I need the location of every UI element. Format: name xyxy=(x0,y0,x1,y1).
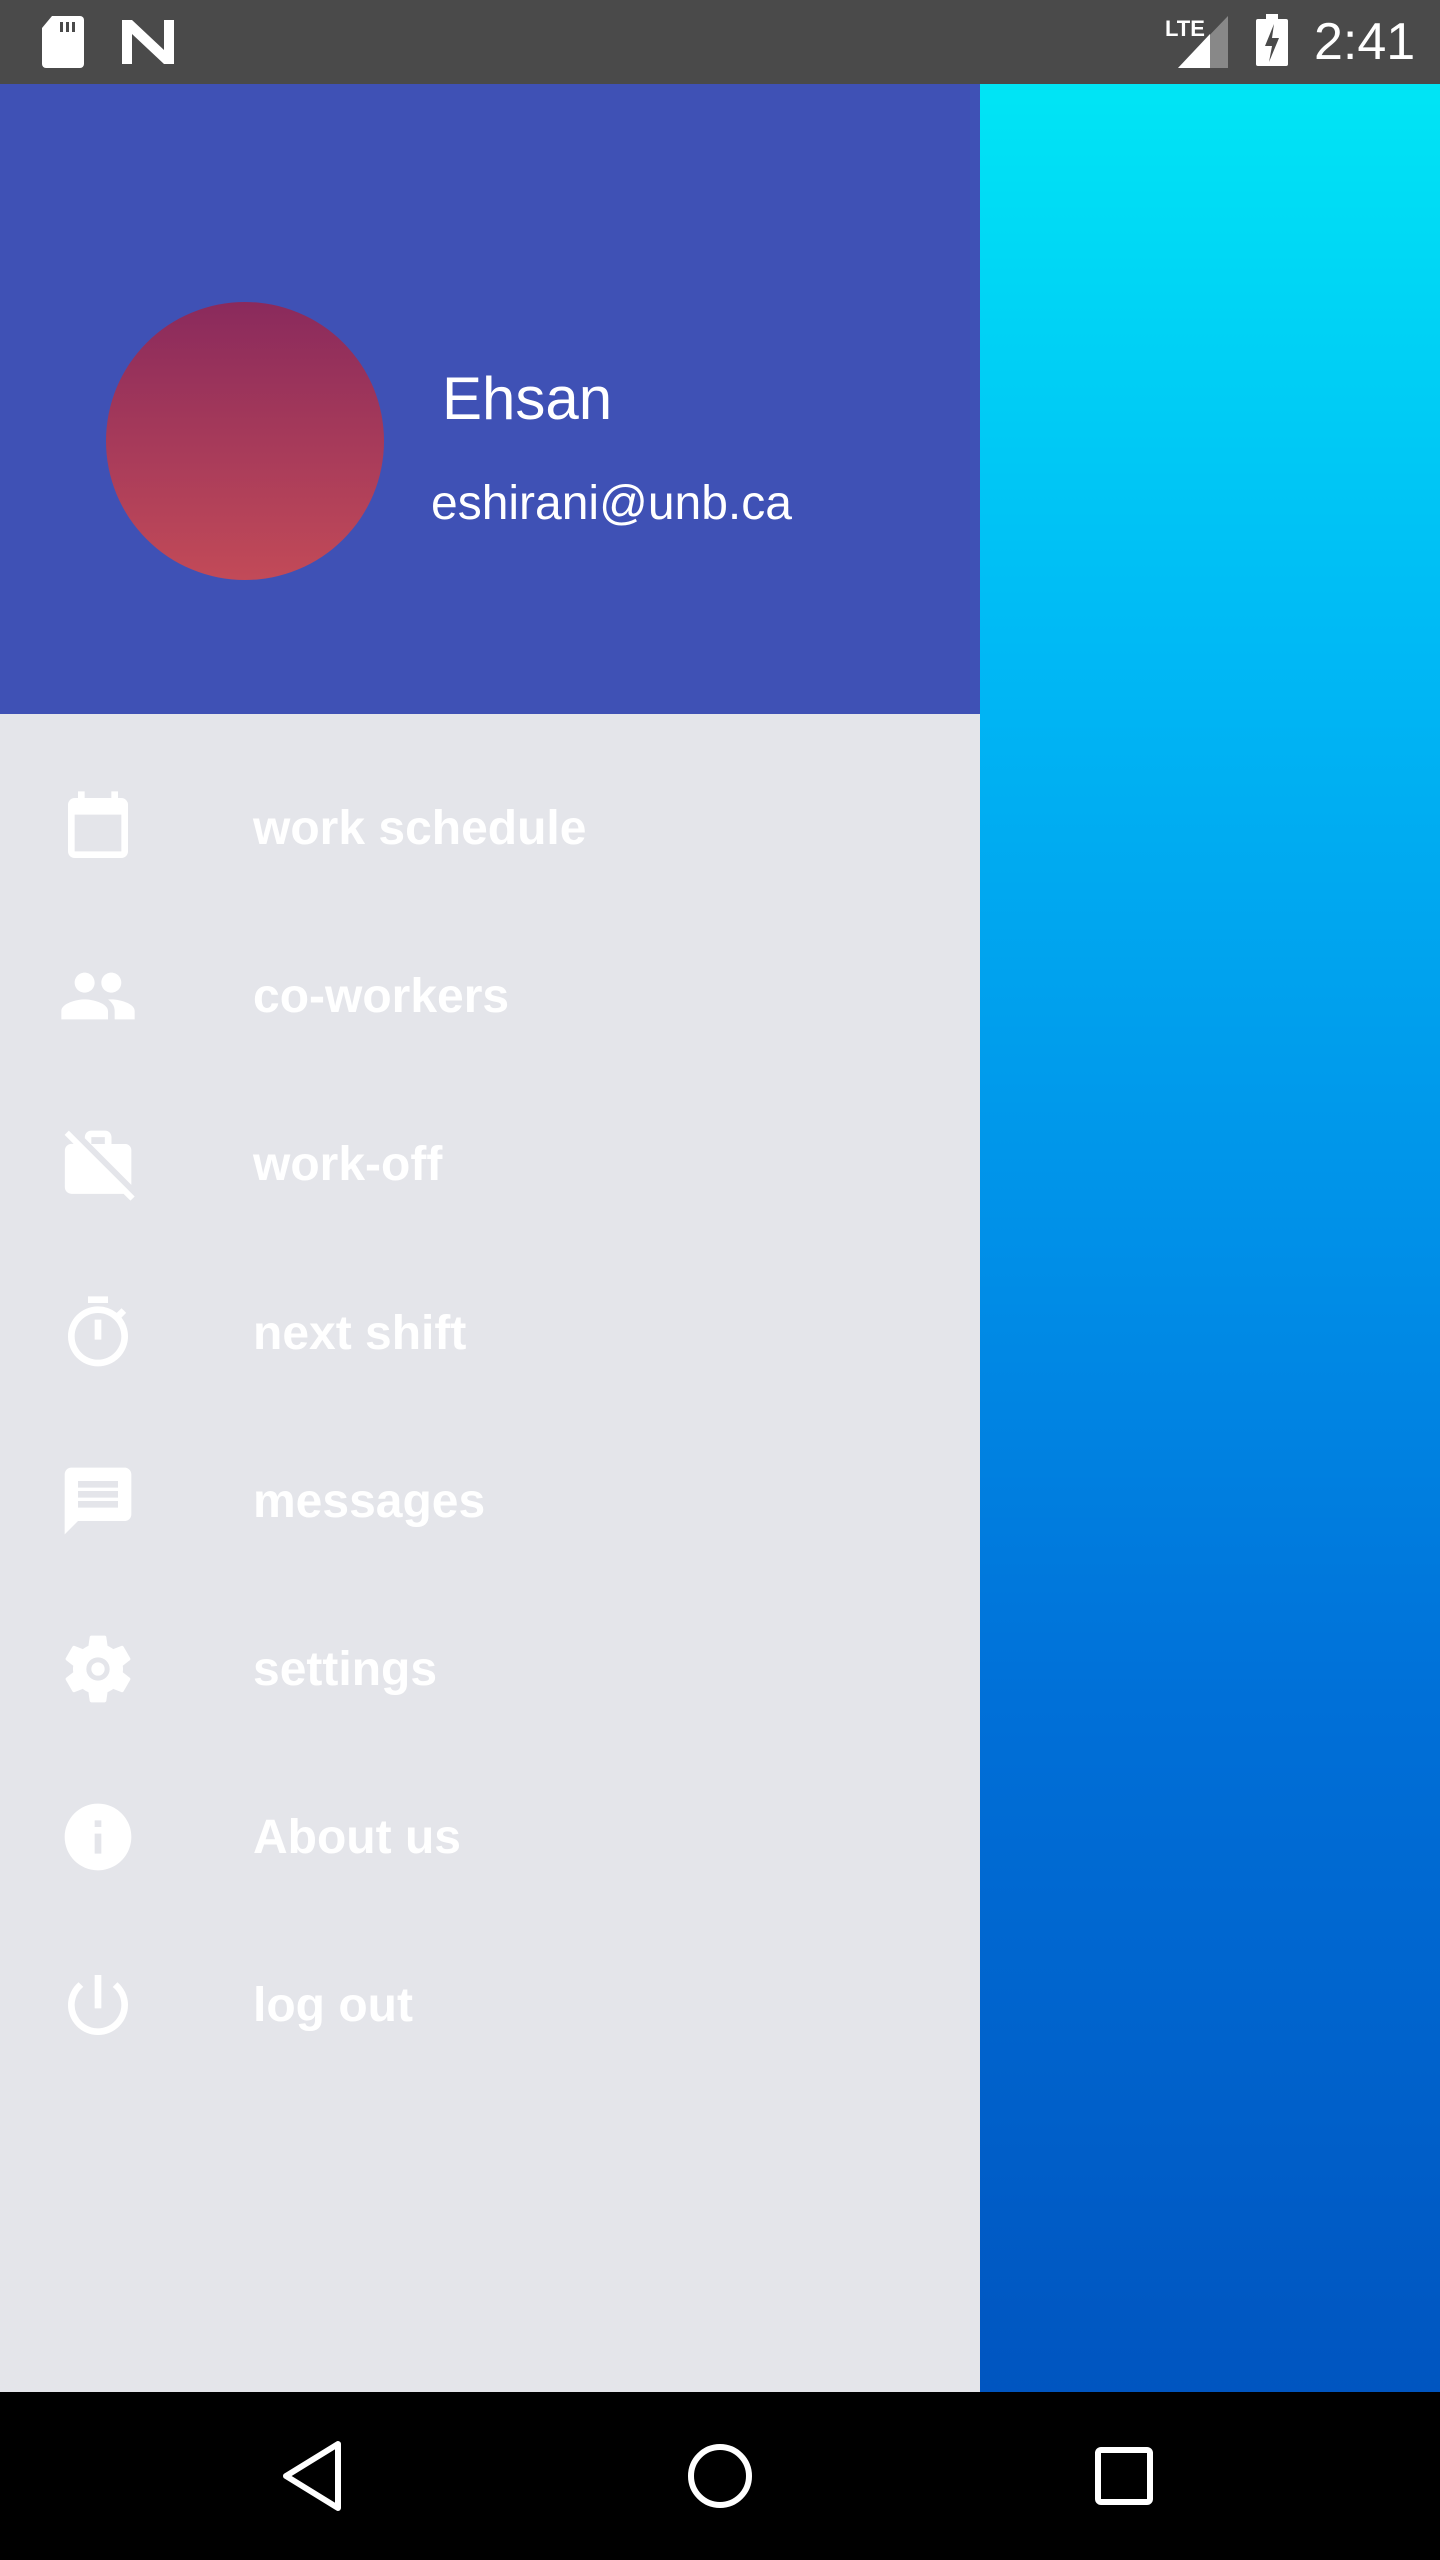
navigation-drawer: Ehsan eshirani@unb.ca work schedule co-w… xyxy=(0,84,980,2392)
signal-icon xyxy=(1178,16,1228,68)
menu-item-work-off[interactable]: work-off xyxy=(0,1080,980,1248)
menu-item-settings[interactable]: settings xyxy=(0,1585,980,1753)
clock: 2:41 xyxy=(1314,13,1416,71)
status-bar: LTE 2:41 xyxy=(0,0,1440,84)
people-icon xyxy=(61,972,135,1020)
power-icon xyxy=(67,1975,128,2035)
menu-item-about-us[interactable]: About us xyxy=(0,1753,980,1921)
work-off-icon xyxy=(64,1130,135,1201)
menu-item-label: settings xyxy=(253,1642,438,1696)
menu-item-label: log out xyxy=(253,1978,413,2032)
avatar[interactable] xyxy=(106,302,384,580)
menu-item-co-workers[interactable]: co-workers xyxy=(0,912,980,1080)
calendar-icon xyxy=(68,791,128,858)
gear-icon xyxy=(65,1635,131,1703)
recents-icon[interactable] xyxy=(1084,2436,1164,2516)
menu-item-label: work-off xyxy=(253,1137,443,1191)
timer-icon xyxy=(68,1296,128,1367)
user-email: eshirani@unb.ca xyxy=(431,477,792,530)
battery-charging-icon xyxy=(1256,14,1288,66)
user-name: Ehsan xyxy=(442,365,613,432)
menu-item-log-out[interactable]: log out xyxy=(0,1921,980,2089)
menu-item-next-shift[interactable]: next shift xyxy=(0,1249,980,1417)
menu-item-label: work schedule xyxy=(253,801,587,855)
menu-item-messages[interactable]: messages xyxy=(0,1417,980,1585)
navigation-bar xyxy=(0,2392,1440,2560)
home-icon[interactable] xyxy=(680,2436,760,2516)
menu-item-label: next shift xyxy=(253,1306,467,1360)
message-icon xyxy=(64,1467,132,1535)
menu-item-label: About us xyxy=(253,1810,461,1864)
info-icon xyxy=(64,1803,132,1871)
menu-item-work-schedule[interactable]: work schedule xyxy=(0,744,980,912)
back-icon[interactable] xyxy=(276,2436,356,2516)
background-content[interactable] xyxy=(980,84,1440,2392)
drawer-header: Ehsan eshirani@unb.ca xyxy=(0,84,980,714)
sd-card-icon xyxy=(42,16,84,68)
n-icon xyxy=(122,20,174,64)
menu-item-label: messages xyxy=(253,1474,486,1528)
menu-item-label: co-workers xyxy=(253,969,510,1023)
